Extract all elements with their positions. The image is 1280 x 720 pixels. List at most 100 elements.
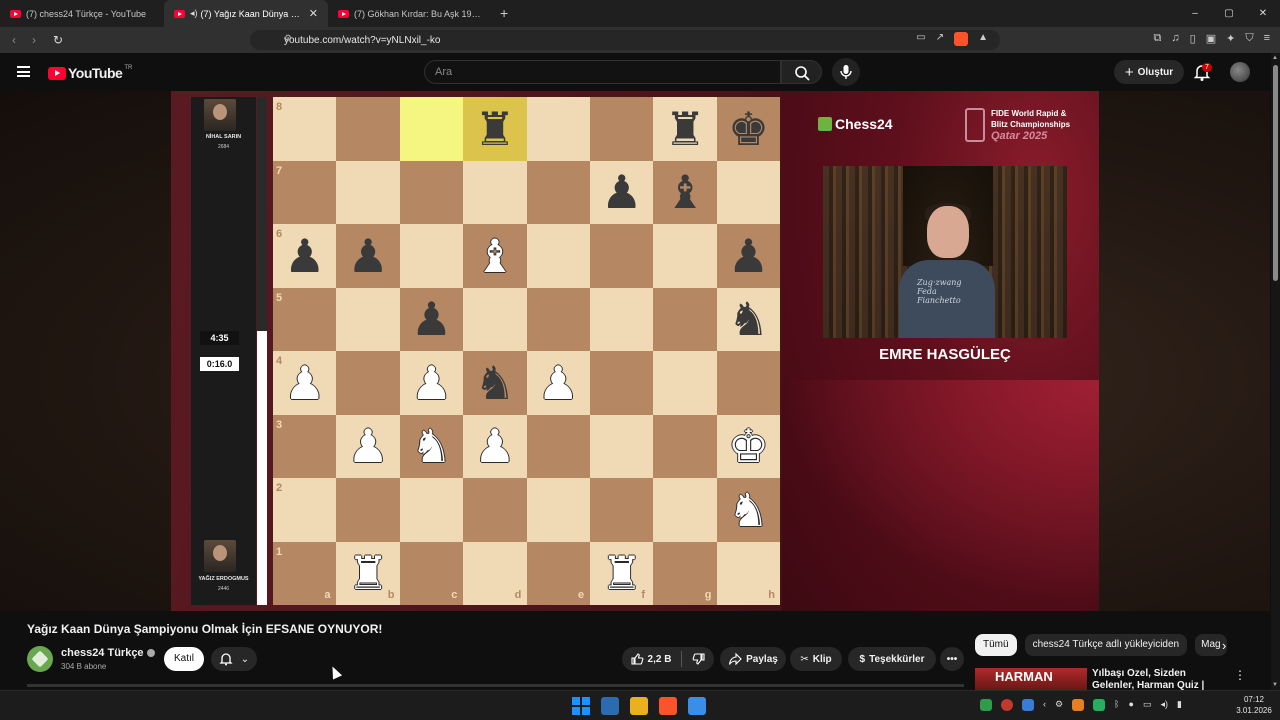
youtube-play-icon (48, 66, 66, 80)
forward-icon[interactable]: › (24, 33, 44, 47)
browser-tab-2[interactable]: ◂) (7) Yağız Kaan Dünya Şampiyo ✕ (164, 0, 328, 27)
system-clock[interactable]: 07:12 3.01.2026 (1232, 694, 1276, 716)
hamburger-menu-icon[interactable] (17, 66, 30, 77)
overlay-decoration (782, 380, 1099, 610)
vpn-icon[interactable]: ⛉ (1245, 32, 1253, 45)
microphone-icon[interactable]: ● (1128, 699, 1133, 711)
youtube-favicon-icon (338, 9, 349, 18)
thumbs-down-icon[interactable] (692, 652, 706, 666)
screenshot-icon[interactable]: ⧉ (1154, 32, 1162, 45)
board-square-e2 (526, 478, 590, 542)
desktop-app-icon[interactable] (601, 697, 619, 715)
file-label: a (324, 589, 331, 601)
volume-icon[interactable]: ◂) (1160, 699, 1168, 711)
chevron-up-icon[interactable]: ‹ (1043, 699, 1046, 711)
event-line-3: Qatar 2025 (991, 130, 1048, 142)
browser-extensions: ⧉ ♫ ▯ ▣ ✦ ⛉ ≡ (1154, 32, 1270, 45)
scrollbar-thumb[interactable] (1273, 65, 1278, 281)
minimize-button[interactable]: – (1178, 0, 1212, 27)
rank-label: 1 (276, 545, 283, 558)
tray-app-icon[interactable] (1001, 699, 1013, 711)
tray-app-icon[interactable]: ⚙ (1055, 699, 1063, 711)
join-button[interactable]: Katıl (164, 647, 204, 671)
browser-tab-1[interactable]: (7) chess24 Türkçe - YouTube (0, 0, 164, 27)
speaker-icon[interactable]: ◂) (190, 8, 198, 19)
recommendation-title[interactable]: Yılbaşı Özel, Sizden Gelenler, Harman Qu… (1092, 668, 1222, 690)
board-square-g3 (653, 414, 717, 478)
create-button[interactable]: + Oluştur (1114, 60, 1184, 84)
host-name: EMRE HASGÜLEÇ (879, 346, 1011, 363)
chevron-down-icon: ⌄ (240, 653, 250, 665)
board-square-f3 (590, 414, 654, 478)
wallet-icon[interactable]: ▣ (1206, 32, 1216, 45)
site-info-icon[interactable]: ⚙ (284, 33, 292, 44)
back-icon[interactable]: ‹ (4, 33, 24, 47)
chevron-right-icon[interactable]: › (1222, 638, 1226, 653)
reload-icon[interactable]: ↻ (48, 33, 68, 47)
network-icon[interactable]: ▭ (1143, 699, 1152, 711)
thanks-button[interactable]: $ Teşekkürler (848, 647, 936, 671)
url-field[interactable]: youtube.com/watch?v=yNLNxil_-ko (250, 30, 1000, 50)
tab-title: (7) Yağız Kaan Dünya Şampiyo (200, 8, 305, 19)
board-square-h4 (716, 351, 781, 415)
tray-app-icon[interactable] (1093, 699, 1106, 711)
board-square-d2 (463, 478, 527, 542)
scroll-up-icon[interactable]: ▲ (1272, 55, 1278, 61)
close-window-button[interactable]: ✕ (1246, 0, 1280, 27)
system-tray: ‹ ⚙ ᛒ ● ▭ ◂) ▮ (980, 699, 1182, 711)
more-vert-icon[interactable]: ⋮ (1234, 668, 1246, 682)
brave-browser-icon[interactable] (659, 697, 677, 715)
account-avatar[interactable] (1230, 62, 1250, 82)
file-explorer-icon[interactable] (630, 697, 648, 715)
chess24-logo: Chess24 (818, 116, 893, 132)
bluetooth-icon[interactable]: ᛒ (1114, 699, 1119, 711)
battery-icon[interactable]: ▮ (1177, 699, 1182, 711)
bottom-player-name: YAĞIZ ERDOGMUS (198, 576, 249, 582)
like-button[interactable]: 2,2 B (630, 652, 671, 666)
board-square-f2 (590, 478, 654, 542)
channel-name[interactable]: chess24 Türkçe (61, 647, 155, 659)
app-icon[interactable] (688, 697, 706, 715)
tray-app-icon[interactable] (1072, 699, 1085, 711)
chip-uploader[interactable]: chess24 Türkçe adlı yükleyiciden (1024, 634, 1188, 656)
page-scrollbar[interactable]: ▲ ▼ (1271, 53, 1280, 690)
media-icon[interactable]: ♫ (1171, 32, 1179, 45)
cast-icon[interactable]: ▭ (916, 32, 925, 46)
chess-piece-c4: ♟ (410, 355, 453, 410)
taskbar-apps (572, 697, 706, 715)
board-square-c6 (399, 224, 464, 288)
leo-icon[interactable]: ✦ (1226, 32, 1235, 45)
recommendation-thumbnail[interactable]: HARMAN (975, 668, 1087, 690)
share-button[interactable]: Paylaş (720, 647, 786, 671)
file-label: d (514, 589, 522, 601)
browser-tab-3[interactable]: (7) Gökhan Kırdar: Bu Aşk 1998 (Playl (328, 0, 492, 27)
tray-app-icon[interactable] (980, 699, 992, 711)
maximize-button[interactable]: ▢ (1212, 0, 1246, 27)
chip-all[interactable]: Tümü (975, 634, 1017, 656)
youtube-logo[interactable]: YouTube TR (48, 65, 132, 81)
search-button[interactable] (781, 60, 822, 84)
video-progress-bar[interactable] (27, 684, 964, 687)
brave-shield-icon[interactable] (954, 32, 969, 46)
windows-start-icon[interactable] (572, 697, 590, 715)
search-input[interactable]: Ara (424, 60, 781, 84)
menu-icon[interactable]: ≡ (1264, 32, 1270, 45)
chess-piece-c5: ♟ (410, 292, 453, 347)
clip-button[interactable]: ✂ Klip (790, 647, 842, 671)
board-square-d5 (463, 287, 527, 351)
chess-piece-h8: ♚ (727, 101, 770, 156)
mouse-cursor (327, 664, 343, 680)
rank-label: 3 (276, 418, 283, 431)
share-page-icon[interactable]: ↗ (936, 32, 944, 46)
scroll-down-icon[interactable]: ▼ (1272, 682, 1278, 688)
voice-search-button[interactable] (832, 58, 860, 86)
rewards-icon[interactable]: ▲ (978, 32, 988, 46)
close-tab-icon[interactable]: ✕ (309, 7, 318, 20)
more-actions-button[interactable]: ••• (940, 647, 964, 671)
tray-app-icon[interactable] (1022, 699, 1034, 711)
chess-board: 8 7 6 5 4 3 2 1 a b c d e f g h ♜ ♜ ♚ ♟ ♝ ♟ ♟ ♝ ♟ ♟ ♞ ♟ ♟ ♞ ♟ ♟ ♞ ♟ ♚ ♞ ♜ ♜ (273, 97, 781, 605)
new-tab-button[interactable]: + (492, 0, 516, 27)
subscribed-button[interactable]: ⌄ (211, 647, 257, 671)
sidebar-icon[interactable]: ▯ (1190, 32, 1196, 45)
channel-avatar[interactable] (27, 646, 53, 672)
